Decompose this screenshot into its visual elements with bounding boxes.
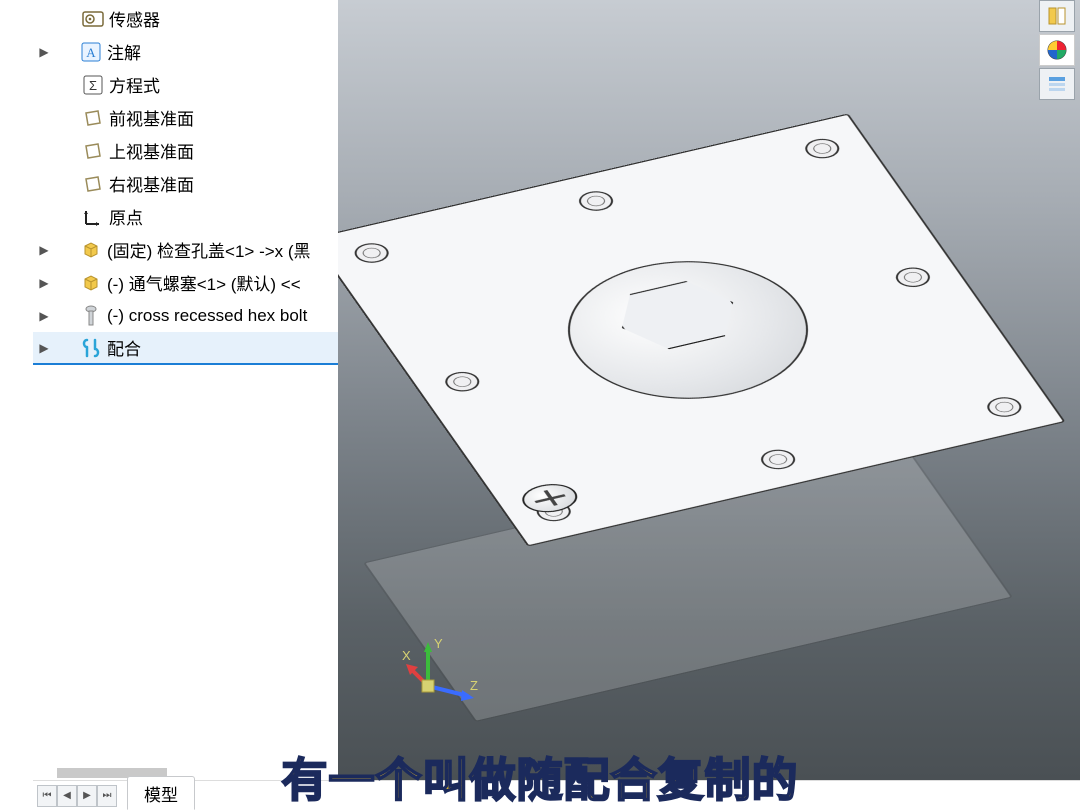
plane-icon <box>81 107 105 129</box>
svg-text:Z: Z <box>470 678 478 693</box>
feature-manager-button[interactable] <box>1039 0 1075 32</box>
tree-item-mates[interactable]: ▶ 配合 <box>33 332 338 365</box>
tree-item-label: 传感器 <box>109 6 338 31</box>
fastener-icon <box>79 305 103 327</box>
part-icon <box>79 272 103 294</box>
appearance-button[interactable] <box>1039 34 1075 66</box>
svg-text:Y: Y <box>434 636 443 651</box>
tab-next-button[interactable]: ▶ <box>77 785 97 807</box>
feature-manager-icon <box>1047 6 1067 26</box>
tree-item-part-bolt[interactable]: ▶ (-) cross recessed hex bolt <box>33 299 338 332</box>
tree-item-label: 方程式 <box>109 72 338 97</box>
tree-item-label: 右视基准面 <box>109 171 338 196</box>
view-triad[interactable]: Y Z X <box>400 630 480 710</box>
tree-item-right-plane[interactable]: 右视基准面 <box>33 167 338 200</box>
tab-model[interactable]: 模型 <box>127 776 195 810</box>
tree-item-label: 注解 <box>107 39 338 64</box>
tab-prev-button[interactable]: ◀ <box>57 785 77 807</box>
svg-text:X: X <box>402 648 411 663</box>
tree-item-label: 上视基准面 <box>109 138 338 163</box>
tab-last-button[interactable]: ⏭ <box>97 785 117 807</box>
tree-item-sensors[interactable]: 传感器 <box>33 2 338 35</box>
bottom-tab-bar: ⏮ ◀ ▶ ⏭ 模型 <box>33 780 1080 810</box>
svg-text:Σ: Σ <box>89 78 97 93</box>
tree-item-origin[interactable]: 原点 <box>33 200 338 233</box>
tree-item-equations[interactable]: Σ 方程式 <box>33 68 338 101</box>
part-icon <box>79 239 103 261</box>
plane-icon <box>81 140 105 162</box>
annotation-icon: A <box>79 41 103 63</box>
tab-label: 模型 <box>144 786 178 805</box>
expand-arrow-icon[interactable]: ▶ <box>37 243 51 257</box>
sensor-icon <box>81 8 105 30</box>
tree-item-top-plane[interactable]: 上视基准面 <box>33 134 338 167</box>
plane-icon <box>81 173 105 195</box>
tree-item-label: 原点 <box>109 204 338 229</box>
expand-arrow-icon[interactable]: ▶ <box>37 45 51 59</box>
expand-arrow-icon[interactable]: ▶ <box>37 309 51 323</box>
appearance-icon <box>1046 39 1068 61</box>
display-pane-icon <box>1047 74 1067 94</box>
feature-tree-list: 传感器 ▶ A 注解 Σ 方程式 前视基准面 <box>33 0 338 365</box>
origin-icon <box>81 206 105 228</box>
tree-item-label: (-) cross recessed hex bolt <box>107 306 338 326</box>
tree-item-label: (-) 通气螺塞<1> (默认) << <box>107 270 338 295</box>
display-pane-button[interactable] <box>1039 68 1075 100</box>
tab-first-button[interactable]: ⏮ <box>37 785 57 807</box>
feature-tree[interactable]: 传感器 ▶ A 注解 Σ 方程式 前视基准面 <box>33 0 338 780</box>
tree-item-label: 前视基准面 <box>109 105 338 130</box>
mates-icon <box>79 337 103 359</box>
right-side-toolbar <box>1039 0 1075 100</box>
expand-arrow-icon[interactable]: ▶ <box>37 276 51 290</box>
model-plate[interactable] <box>338 113 1066 546</box>
tree-item-label: 配合 <box>107 335 338 360</box>
triad-icon: Y Z X <box>400 630 480 710</box>
equation-icon: Σ <box>81 74 105 96</box>
tree-item-front-plane[interactable]: 前视基准面 <box>33 101 338 134</box>
model-tabs: 模型 <box>127 781 197 810</box>
svg-text:A: A <box>86 45 96 60</box>
tree-item-annotations[interactable]: ▶ A 注解 <box>33 35 338 68</box>
tree-item-part-cover[interactable]: ▶ (固定) 检查孔盖<1> ->x (黑 <box>33 233 338 266</box>
expand-arrow-icon[interactable]: ▶ <box>37 341 51 355</box>
tab-nav-group: ⏮ ◀ ▶ ⏭ <box>33 781 121 810</box>
tree-item-label: (固定) 检查孔盖<1> ->x (黑 <box>107 237 338 262</box>
tree-item-part-plug[interactable]: ▶ (-) 通气螺塞<1> (默认) << <box>33 266 338 299</box>
graphics-viewport[interactable]: Y Z X <box>338 0 1080 780</box>
